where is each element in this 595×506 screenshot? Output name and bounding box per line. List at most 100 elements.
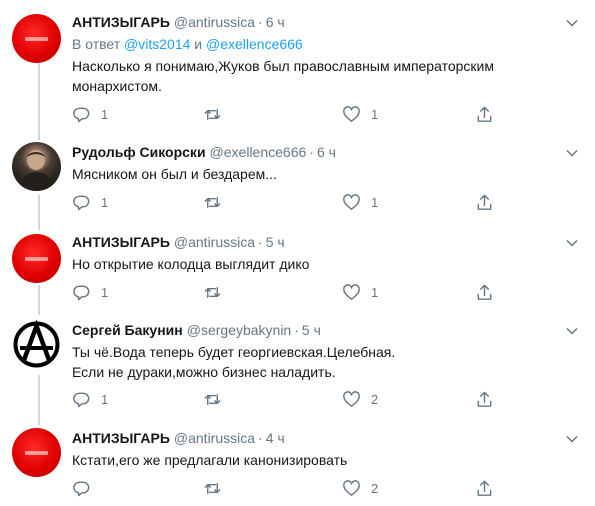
tweet-actions: 1 2 <box>72 389 512 413</box>
display-name[interactable]: АНТИЗЫГАРЬ <box>72 234 170 250</box>
tweet-text: Мясником он был и бездарем... <box>72 166 277 182</box>
share-button[interactable] <box>475 478 494 498</box>
like-count: 1 <box>371 106 379 122</box>
heart-icon <box>343 283 360 300</box>
share-button[interactable] <box>475 192 494 212</box>
timestamp[interactable]: 5 ч <box>266 234 285 250</box>
reply-button[interactable]: 1 <box>72 282 108 302</box>
share-button[interactable] <box>475 389 494 409</box>
user-handle[interactable]: @antirussica <box>174 430 255 446</box>
reply-button[interactable]: 1 <box>72 104 108 124</box>
tweet-actions: 1 1 <box>72 282 512 306</box>
retweet-button[interactable] <box>203 389 232 409</box>
tweet-text: Ты чё.Вода теперь будет георгиевская.Цел… <box>72 342 572 382</box>
user-handle[interactable]: @sergeybakynin <box>187 322 292 338</box>
user-handle[interactable]: @exellence666 <box>210 144 307 160</box>
share-button[interactable] <box>475 282 494 302</box>
like-button[interactable]: 1 <box>342 192 378 212</box>
user-handle[interactable]: @antirussica <box>174 14 255 30</box>
display-name[interactable]: АНТИЗЫГАРЬ <box>72 430 170 446</box>
user-handle[interactable]: @antirussica <box>174 234 255 250</box>
separator-dot: · <box>258 430 263 446</box>
anarchy-icon <box>13 320 60 368</box>
timestamp[interactable]: 6 ч <box>266 14 285 30</box>
separator-dot: · <box>258 14 263 30</box>
tweet[interactable]: Сергей Бакунин @sergeybakynin · 5 ч Ты чё.В… <box>0 314 595 424</box>
retweet-icon <box>204 196 221 208</box>
like-button[interactable]: 1 <box>342 282 378 302</box>
reply-icon <box>73 481 90 496</box>
heart-icon <box>343 479 360 496</box>
chevron-down-icon[interactable] <box>565 236 579 250</box>
retweet-button[interactable] <box>203 104 232 124</box>
timestamp[interactable]: 4 ч <box>266 430 285 446</box>
tweet-header: АНТИЗЫГАРЬ @antirussica · 5 ч <box>72 232 285 252</box>
tweet-text: Но открытие колодца выглядит дико <box>72 256 310 272</box>
tweet[interactable]: АНТИЗЫГАРЬ @antirussica · 6 ч В ответ @vits… <box>0 0 595 130</box>
tweet[interactable]: Рудольф Сикорски @exellence666 · 6 ч Мясник… <box>0 130 595 222</box>
like-count: 2 <box>371 391 379 407</box>
display-name[interactable]: АНТИЗЫГАРЬ <box>72 14 170 30</box>
avatar[interactable] <box>12 234 61 283</box>
reply-prefix: В ответ <box>72 36 121 52</box>
like-count: 1 <box>371 194 379 210</box>
mention-link[interactable]: @vits2014 <box>124 36 190 52</box>
reply-icon <box>73 195 90 210</box>
like-button[interactable]: 2 <box>342 389 378 409</box>
reply-button[interactable] <box>72 478 101 498</box>
separator-dot: · <box>258 234 263 250</box>
chevron-down-icon[interactable] <box>565 16 579 30</box>
heart-icon <box>343 390 360 407</box>
tweet-header: АНТИЗЫГАРЬ @antirussica · 4 ч <box>72 428 285 448</box>
avatar[interactable] <box>12 320 61 369</box>
reply-count: 1 <box>101 284 109 300</box>
avatar[interactable] <box>12 14 61 63</box>
separator-dot: · <box>309 144 314 160</box>
tweet-text: Кстати,его же предлагали канонизировать <box>72 452 348 468</box>
display-name[interactable]: Сергей Бакунин <box>72 322 183 338</box>
like-count: 1 <box>371 284 379 300</box>
timestamp[interactable]: 6 ч <box>317 144 336 160</box>
share-button[interactable] <box>475 104 494 124</box>
reply-count: 1 <box>101 391 109 407</box>
share-icon <box>477 284 492 300</box>
tweet-actions: 1 1 <box>72 104 512 128</box>
reply-button[interactable]: 1 <box>72 192 108 212</box>
tweet-actions: 1 1 <box>72 192 512 216</box>
reply-icon <box>73 392 90 407</box>
tweet-text-line: Если не дураки,можно бизнес наладить. <box>72 364 336 380</box>
retweet-icon <box>204 393 221 405</box>
tweet-text-line: Ты чё.Вода теперь будет георгиевская.Цел… <box>72 344 396 360</box>
retweet-button[interactable] <box>203 478 232 498</box>
retweet-icon <box>204 286 221 298</box>
timestamp[interactable]: 5 ч <box>302 322 321 338</box>
share-icon <box>477 106 492 122</box>
chevron-down-icon[interactable] <box>565 432 579 446</box>
tweet-actions: 2 <box>72 478 512 502</box>
chevron-down-icon[interactable] <box>565 146 579 160</box>
separator-dot: · <box>294 322 299 338</box>
reply-icon <box>73 285 90 300</box>
mention-link[interactable]: @exellence666 <box>206 36 303 52</box>
retweet-button[interactable] <box>203 192 232 212</box>
tweet[interactable]: АНТИЗЫГАРЬ @antirussica · 5 ч Но открытие к… <box>0 222 595 314</box>
share-icon <box>477 391 492 407</box>
avatar[interactable] <box>12 142 61 191</box>
like-button[interactable]: 2 <box>342 478 378 498</box>
display-name[interactable]: Рудольф Сикорски <box>72 144 206 160</box>
tweet-header: Рудольф Сикорски @exellence666 · 6 ч <box>72 142 336 162</box>
chevron-down-icon[interactable] <box>565 324 579 338</box>
heart-icon <box>343 193 360 210</box>
like-button[interactable]: 1 <box>342 104 378 124</box>
tweet-header: АНТИЗЫГАРЬ @antirussica · 6 ч <box>72 12 285 32</box>
reply-button[interactable]: 1 <box>72 389 108 409</box>
like-count: 2 <box>371 480 379 496</box>
retweet-icon <box>204 108 221 120</box>
retweet-button[interactable] <box>203 282 232 302</box>
tweet[interactable]: АНТИЗЫГАРЬ @antirussica · 4 ч Кстати,его же… <box>0 424 595 506</box>
retweet-icon <box>204 482 221 494</box>
reply-icon <box>73 107 90 122</box>
avatar[interactable] <box>12 428 61 477</box>
person-photo <box>20 150 53 191</box>
share-icon <box>477 194 492 210</box>
